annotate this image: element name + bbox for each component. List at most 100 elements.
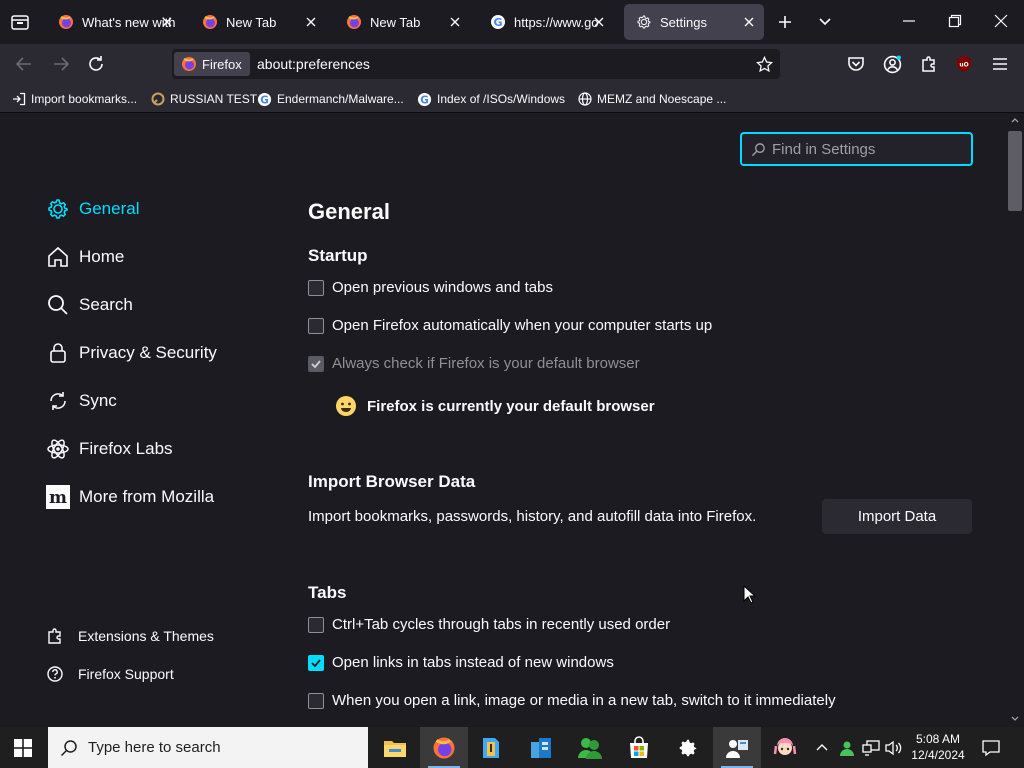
bookmark-label: Endermanch/Malware... bbox=[277, 92, 404, 106]
bookmark-import[interactable]: Import bookmarks... bbox=[12, 90, 137, 108]
import-data-button[interactable]: Import Data bbox=[822, 499, 972, 534]
close-icon[interactable] bbox=[448, 15, 462, 29]
url-bar[interactable]: Firefox about:preferences bbox=[172, 49, 780, 79]
import-heading: Import Browser Data bbox=[308, 472, 476, 491]
star-bookmark-icon[interactable] bbox=[756, 56, 773, 73]
close-icon[interactable] bbox=[592, 15, 606, 29]
microsoft-store-icon[interactable] bbox=[615, 727, 663, 768]
archive-app-icon[interactable] bbox=[467, 727, 515, 768]
search-input[interactable]: Find in Settings bbox=[740, 132, 973, 166]
hamburger-menu-icon[interactable] bbox=[991, 55, 1009, 73]
checkbox[interactable] bbox=[308, 654, 324, 671]
tab-overview-icon[interactable] bbox=[10, 12, 30, 32]
open-previous-windows-checkbox[interactable]: Open previous windows and tabs bbox=[308, 279, 553, 296]
category-general[interactable]: General bbox=[46, 195, 139, 223]
scroll-down-icon[interactable] bbox=[1011, 716, 1019, 722]
anime-character-app-icon[interactable] bbox=[761, 727, 809, 768]
checkbox-label: Open Firefox automatically when your com… bbox=[332, 317, 713, 334]
minimize-icon[interactable] bbox=[902, 14, 916, 28]
tab-google[interactable]: G https://www.goo bbox=[478, 4, 614, 40]
category-label: Sync bbox=[79, 391, 117, 410]
windows-explorer-app-icon[interactable] bbox=[517, 727, 565, 768]
category-home[interactable]: Home bbox=[46, 243, 124, 271]
puzzle-icon bbox=[46, 627, 64, 645]
tab-whats-new[interactable]: What's new with bbox=[46, 4, 182, 40]
tab-new-tab-1[interactable]: New Tab bbox=[190, 4, 326, 40]
google-icon: G bbox=[257, 92, 277, 107]
checkbox[interactable] bbox=[308, 616, 324, 633]
close-window-icon[interactable] bbox=[994, 14, 1008, 28]
user-accounts-app-icon[interactable] bbox=[713, 727, 761, 768]
mozilla-icon: m bbox=[46, 485, 70, 509]
bookmark-label: Import bookmarks... bbox=[31, 92, 138, 106]
reload-icon[interactable] bbox=[87, 55, 105, 73]
close-icon[interactable] bbox=[304, 15, 318, 29]
extensions-themes-link[interactable]: Extensions & Themes bbox=[46, 627, 214, 645]
category-sync[interactable]: Sync bbox=[46, 387, 117, 415]
account-icon[interactable] bbox=[883, 55, 902, 74]
tab-new-tab-2[interactable]: New Tab bbox=[334, 4, 470, 40]
close-icon[interactable] bbox=[742, 15, 756, 29]
settings-gear-taskbar-icon[interactable] bbox=[664, 727, 712, 768]
firefox-support-link[interactable]: Firefox Support bbox=[46, 665, 174, 683]
category-firefox-labs[interactable]: Firefox Labs bbox=[46, 435, 173, 463]
back-arrow-icon[interactable] bbox=[15, 55, 33, 73]
bookmark-memz[interactable]: MEMZ and Noescape ... bbox=[578, 90, 726, 108]
tabs-heading: Tabs bbox=[308, 583, 347, 602]
ctrl-tab-cycles-checkbox[interactable]: Ctrl+Tab cycles through tabs in recently… bbox=[308, 616, 670, 633]
firefox-taskbar-icon[interactable] bbox=[420, 727, 468, 768]
windows-start-icon[interactable] bbox=[14, 739, 32, 757]
category-privacy-security[interactable]: Privacy & Security bbox=[46, 339, 217, 367]
tray-user-icon[interactable] bbox=[838, 739, 856, 757]
default-status-text: Firefox is currently your default browse… bbox=[367, 397, 655, 415]
category-search[interactable]: Search bbox=[46, 291, 133, 319]
bookmark-russian-test[interactable]: RUSSIAN TEST bbox=[151, 90, 257, 108]
forward-arrow-icon[interactable] bbox=[52, 55, 70, 73]
search-icon bbox=[46, 293, 70, 317]
tab-title: https://www.goo bbox=[514, 14, 598, 30]
checkbox-label: Ctrl+Tab cycles through tabs in recently… bbox=[332, 616, 671, 633]
category-more-from-mozilla[interactable]: m More from Mozilla bbox=[46, 483, 214, 511]
people-app-icon[interactable] bbox=[566, 727, 614, 768]
switch-to-new-tab-checkbox[interactable]: When you open a link, image or media in … bbox=[308, 692, 836, 709]
bookmark-isos-windows[interactable]: G Index of /ISOs/Windows bbox=[417, 90, 565, 108]
url-text[interactable]: about:preferences bbox=[257, 56, 370, 72]
scrollbar-thumb[interactable] bbox=[1008, 131, 1022, 211]
category-label: Privacy & Security bbox=[79, 343, 217, 362]
volume-icon[interactable] bbox=[885, 740, 903, 756]
checkbox-label: Open previous windows and tabs bbox=[332, 279, 553, 296]
bookmark-label: MEMZ and Noescape ... bbox=[597, 92, 727, 106]
notifications-icon[interactable] bbox=[982, 739, 1000, 757]
show-hidden-icons-chevron-up-icon[interactable] bbox=[816, 742, 828, 752]
identity-box[interactable]: Firefox bbox=[174, 52, 250, 76]
restore-icon[interactable] bbox=[948, 14, 962, 28]
taskbar-search-input[interactable]: Type here to search bbox=[48, 727, 368, 768]
checkbox[interactable] bbox=[308, 692, 324, 709]
ublock-origin-icon[interactable]: uO bbox=[955, 55, 973, 73]
taskbar-clock[interactable]: 5:08 AM 12/4/2024 bbox=[906, 731, 970, 763]
network-icon[interactable] bbox=[862, 740, 880, 756]
close-icon[interactable] bbox=[160, 15, 174, 29]
checkbox[interactable] bbox=[308, 317, 324, 334]
footer-link-label: Firefox Support bbox=[78, 666, 174, 682]
pocket-icon[interactable] bbox=[847, 55, 865, 73]
tab-settings[interactable]: Settings bbox=[624, 4, 764, 40]
list-all-tabs-chevron-down-icon[interactable] bbox=[817, 14, 833, 30]
bookmark-endermanch[interactable]: G Endermanch/Malware... bbox=[257, 90, 404, 108]
firefox-icon bbox=[181, 56, 197, 72]
svg-text:G: G bbox=[260, 94, 268, 106]
checkbox[interactable] bbox=[308, 279, 324, 296]
open-links-in-tabs-checkbox[interactable]: Open links in tabs instead of new window… bbox=[308, 654, 614, 671]
category-label: More from Mozilla bbox=[79, 487, 215, 506]
identity-label: Firefox bbox=[202, 56, 242, 72]
import-icon bbox=[12, 92, 31, 106]
google-icon: G bbox=[490, 14, 506, 30]
extensions-puzzle-icon[interactable] bbox=[920, 55, 938, 73]
open-automatically-checkbox[interactable]: Open Firefox automatically when your com… bbox=[308, 317, 712, 334]
scroll-up-icon[interactable] bbox=[1011, 117, 1019, 123]
file-explorer-icon[interactable] bbox=[371, 727, 419, 768]
taskbar-search-placeholder: Type here to search bbox=[88, 739, 221, 756]
new-tab-plus-icon[interactable] bbox=[777, 14, 793, 30]
scrollbar[interactable] bbox=[1006, 113, 1024, 727]
category-label: Search bbox=[79, 295, 133, 314]
